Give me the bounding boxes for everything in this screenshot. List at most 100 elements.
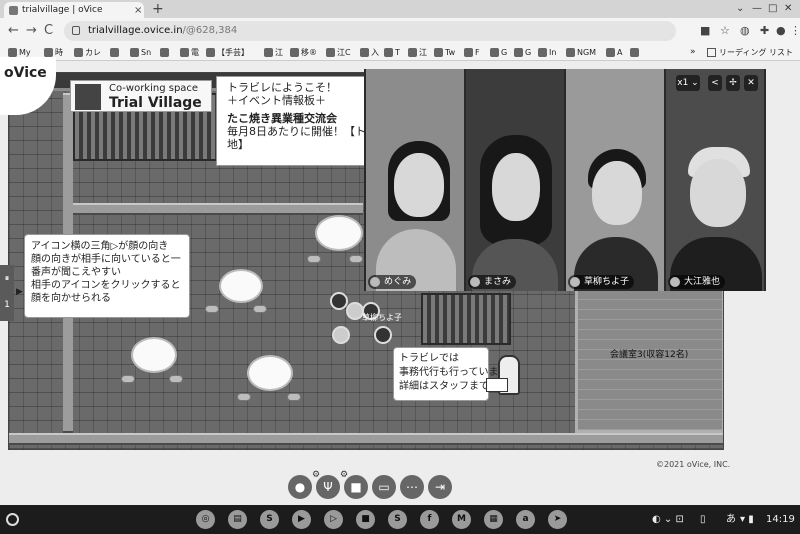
bookmark-item[interactable]: G: [490, 46, 507, 59]
bookmarks-overflow-button[interactable]: »: [690, 46, 696, 59]
bookmark-item[interactable]: 移®: [290, 46, 317, 59]
tab-favicon-icon: [9, 6, 18, 15]
close-window-icon[interactable]: ✕: [784, 2, 792, 16]
map-bottom-rail: [9, 433, 723, 445]
user-avatar[interactable]: [332, 326, 350, 344]
tip-line: 相手のアイコンをクリックすると: [31, 280, 181, 291]
clock[interactable]: 14:19: [766, 512, 795, 527]
star-icon[interactable]: ☆: [720, 23, 730, 39]
board-event-title: たこ焼き異業種交流会: [227, 112, 337, 125]
play-store-icon[interactable]: ▷: [324, 510, 343, 529]
profile-icon[interactable]: ●: [776, 23, 786, 39]
mic-button[interactable]: Ψ: [316, 475, 340, 499]
board-event-detail-2: 地】: [227, 138, 249, 151]
address-bar[interactable]: trialvillage.ovice.in/@628,384: [64, 21, 676, 41]
camera-button[interactable]: ■: [344, 475, 368, 499]
bookmark-item[interactable]: 電: [180, 46, 199, 59]
meeting-room-label: 会議室3(収容12名): [610, 350, 689, 360]
skype-icon[interactable]: S: [388, 510, 407, 529]
bookmark-item[interactable]: 江: [408, 46, 427, 59]
docs-icon[interactable]: ▤: [228, 510, 247, 529]
reading-list-button[interactable]: リーディング リスト: [707, 46, 793, 59]
ime-indicator[interactable]: あ: [726, 512, 736, 527]
user-avatar[interactable]: [330, 292, 348, 310]
facebook-icon[interactable]: f: [420, 510, 439, 529]
maximize-icon[interactable]: □: [768, 2, 777, 16]
menu-icon[interactable]: ⋮: [790, 23, 800, 39]
video-tile[interactable]: 草柳ちよ子: [566, 69, 664, 291]
tab-search-icon[interactable]: ⌄: [736, 2, 744, 16]
bookmark-item[interactable]: [160, 46, 171, 59]
calendar-icon[interactable]: ▦: [484, 510, 503, 529]
notice-line: トラビレでは: [399, 353, 459, 364]
bookmark-item[interactable]: 江: [264, 46, 283, 59]
share-icon[interactable]: <: [708, 75, 722, 91]
minimize-icon[interactable]: —: [752, 2, 762, 16]
sign-badge-icon: [75, 84, 101, 110]
bookmark-item[interactable]: 入: [360, 46, 379, 59]
more-button[interactable]: ⋯: [400, 475, 424, 499]
participant-name: めぐみ: [368, 275, 417, 289]
bookmarks-bar: My 時 カレ Sn 電 【手芸】 江 移® 江C 入 T 江 Tw F G G…: [0, 44, 800, 61]
bookmark-item[interactable]: [630, 46, 641, 59]
reload-button[interactable]: C: [44, 24, 53, 38]
bookmark-item[interactable]: カレ: [74, 46, 101, 59]
amazon-icon[interactable]: a: [516, 510, 535, 529]
video-tile[interactable]: めぐみ: [366, 69, 464, 291]
pause-icon[interactable]: ⏸: [0, 267, 14, 291]
laptop-icon: [486, 378, 508, 392]
stool: [287, 393, 301, 401]
expand-icon[interactable]: ✢: [726, 75, 740, 91]
launcher-icon[interactable]: [6, 513, 19, 526]
board-event-detail: 毎月8日あたりに開催！【トラビレ: [227, 125, 366, 138]
bookmark-item[interactable]: Tw: [434, 46, 455, 59]
stool: [237, 393, 251, 401]
bookmark-item[interactable]: [110, 46, 121, 59]
telegram-icon[interactable]: ➤: [548, 510, 567, 529]
tray-avatar-icon[interactable]: ◐ ⌄ ⊡: [652, 512, 684, 527]
pin-icon[interactable]: ◍: [740, 23, 750, 39]
video-tile[interactable]: 大江雅也 x1 ⌄ < ✢ ✕: [666, 69, 764, 291]
chat-button[interactable]: ●: [288, 475, 312, 499]
video-tile[interactable]: まさみ: [466, 69, 564, 291]
browser-tab[interactable]: trialvillage | oVice ×: [4, 2, 144, 18]
gmail-icon[interactable]: M: [452, 510, 471, 529]
camera-icon[interactable]: ■: [700, 23, 710, 39]
tip-line: 顔を向かせられる: [31, 293, 111, 304]
bookmark-item[interactable]: NGM: [566, 46, 596, 59]
user-avatar[interactable]: [374, 326, 392, 344]
bookmark-item[interactable]: F: [464, 46, 480, 59]
browser-toolbar: ← → C trialvillage.ovice.in/@628,384 ■ ☆…: [0, 18, 800, 44]
forward-button[interactable]: →: [26, 24, 37, 38]
camera-count-dropdown[interactable]: x1 ⌄: [676, 75, 700, 91]
bookmark-item[interactable]: In: [538, 46, 556, 59]
new-tab-button[interactable]: +: [152, 1, 164, 17]
youtube-icon[interactable]: ▶: [292, 510, 311, 529]
bookmark-item[interactable]: G: [514, 46, 531, 59]
exit-button[interactable]: ⇥: [428, 475, 452, 499]
floor-tab[interactable]: 1: [0, 293, 14, 317]
status-icons[interactable]: ▾ ▮: [740, 512, 754, 527]
bookmark-item[interactable]: T: [384, 46, 400, 59]
reading-list-icon: [707, 48, 716, 57]
chrome-icon[interactable]: ◎: [196, 510, 215, 529]
s-app-icon[interactable]: S: [260, 510, 279, 529]
bookmark-item[interactable]: Sn: [130, 46, 151, 59]
back-button[interactable]: ←: [8, 24, 19, 38]
close-video-icon[interactable]: ✕: [744, 75, 758, 91]
stool: [121, 375, 135, 383]
bookmark-item[interactable]: 江C: [326, 46, 351, 59]
url-path: /@628,384: [182, 25, 238, 36]
meet-icon[interactable]: ■: [356, 510, 375, 529]
map-steps: [421, 293, 511, 345]
participant-name: 草柳ちよ子: [568, 275, 635, 289]
puzzle-icon[interactable]: ✚: [760, 23, 769, 39]
tab-close-icon[interactable]: ×: [134, 4, 142, 18]
staff-notice-bubble: トラビレでは 事務代行も行っています 詳細はスタッフまで: [393, 347, 509, 401]
round-table: [131, 337, 177, 373]
bookmark-item[interactable]: A: [606, 46, 622, 59]
event-board[interactable]: トラビレにようこそ！ ＋イベント情報板＋ たこ焼き異業種交流会 毎月8日あたりに…: [216, 76, 366, 166]
coffee-break-button[interactable]: ▭: [372, 475, 396, 499]
bookmark-item[interactable]: 【手芸】: [206, 46, 249, 59]
phone-hub-icon[interactable]: ▯: [700, 512, 706, 527]
